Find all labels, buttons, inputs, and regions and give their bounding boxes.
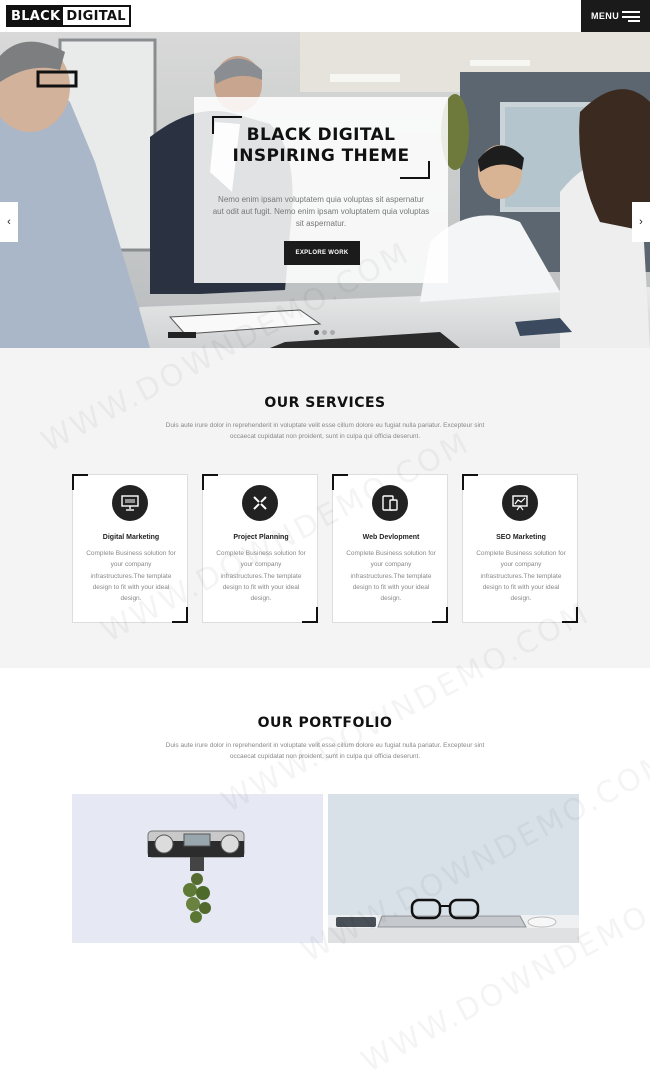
slider-prev-arrow[interactable]: ‹ [0, 202, 18, 242]
portfolio-item-camera[interactable] [72, 794, 323, 943]
slider-dot-2[interactable] [322, 330, 327, 335]
menu-button[interactable]: MENU [581, 0, 650, 32]
card-corner-top-left [332, 474, 348, 490]
chevron-left-icon: ‹ [7, 216, 11, 228]
slider-next-arrow[interactable]: › [632, 202, 650, 242]
service-description: Complete Business solution for your comp… [86, 550, 176, 603]
service-description: Complete Business solution for your comp… [216, 550, 306, 603]
slider-dot-1[interactable] [314, 330, 319, 335]
services-section: OUR SERVICES Duis aute irure dolor in re… [0, 348, 650, 668]
site-header: BLACK DIGITAL MENU [0, 0, 650, 32]
hero-caption-card: BLACK DIGITAL INSPIRING THEME Nemo enim … [194, 97, 448, 283]
logo-digital-part: DIGITAL [66, 8, 126, 24]
services-subtitle: Duis aute irure dolor in reprehenderit i… [165, 422, 485, 440]
service-title: Web Devlopment [362, 534, 420, 541]
hero-description: Nemo enim ipsam voluptatem quia voluptas… [212, 195, 430, 228]
glasses-desk-photo [328, 794, 579, 943]
service-title: SEO Marketing [496, 534, 546, 541]
explore-work-button[interactable]: EXPLORE WORK [284, 241, 360, 265]
service-card-digital-marketing[interactable]: Digital Marketing Complete Business solu… [72, 474, 188, 623]
devices-icon [372, 485, 408, 521]
logo-black-part: BLACK [8, 7, 64, 25]
portfolio-subtitle: Duis aute irure dolor in reprehenderit i… [165, 742, 485, 760]
service-card-web-development[interactable]: Web Devlopment Complete Business solutio… [332, 474, 448, 623]
site-logo[interactable]: BLACK DIGITAL [6, 5, 131, 27]
slider-pagination [314, 330, 335, 335]
menu-label: MENU [591, 11, 620, 21]
service-card-project-planning[interactable]: Project Planning Complete Business solut… [202, 474, 318, 623]
portfolio-section: OUR PORTFOLIO Duis aute irure dolor in r… [0, 668, 650, 1017]
portfolio-title: OUR PORTFOLIO [257, 715, 393, 731]
chart-board-icon [502, 485, 538, 521]
service-title: Digital Marketing [102, 534, 160, 541]
service-title: Project Planning [233, 534, 289, 541]
services-title: OUR SERVICES [264, 395, 386, 411]
card-corner-bottom-right [172, 607, 188, 623]
card-corner-bottom-right [302, 607, 318, 623]
portfolio-item-glasses-desk[interactable] [328, 794, 579, 943]
hero-slider: ‹ › BLACK DIGITAL INSPIRING THEME Nemo e… [0, 32, 650, 348]
card-corner-bottom-right [562, 607, 578, 623]
hamburger-icon [622, 11, 640, 22]
card-corner-top-left [202, 474, 218, 490]
hero-title: BLACK DIGITAL INSPIRING THEME [194, 125, 448, 167]
camera-photo [72, 794, 323, 943]
service-description: Complete Business solution for your comp… [346, 550, 436, 603]
service-card-seo-marketing[interactable]: SEO Marketing Complete Business solution… [462, 474, 578, 623]
pencil-ruler-icon [242, 485, 278, 521]
card-corner-bottom-right [432, 607, 448, 623]
chevron-right-icon: › [639, 216, 643, 228]
hero-title-line-1: BLACK DIGITAL [246, 125, 396, 145]
slider-dot-3[interactable] [330, 330, 335, 335]
hero-title-line-2: INSPIRING THEME [232, 146, 410, 166]
service-description: Complete Business solution for your comp… [476, 550, 566, 603]
monitor-icon [112, 485, 148, 521]
card-corner-top-left [462, 474, 478, 490]
card-corner-top-left [72, 474, 88, 490]
